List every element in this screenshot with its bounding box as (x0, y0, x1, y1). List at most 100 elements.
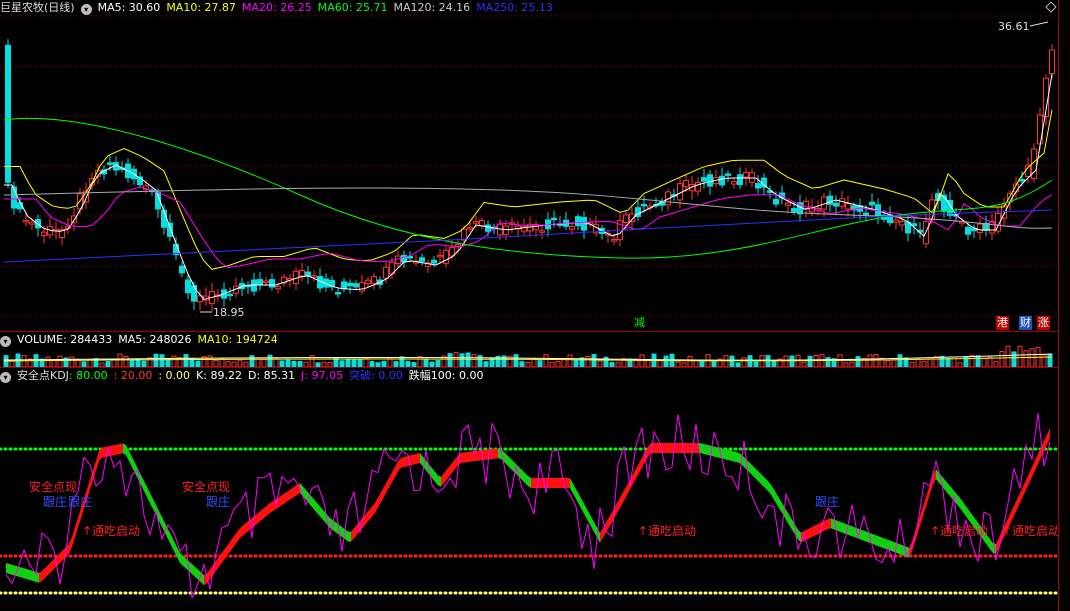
volume-bar (363, 357, 369, 367)
kdj-band (1017, 493, 1020, 510)
kdj-band (282, 493, 285, 505)
kdj-band (684, 443, 687, 453)
volume-bar (87, 359, 93, 367)
kdj-band (390, 470, 393, 486)
candle (725, 173, 731, 176)
kdj-band (366, 510, 369, 524)
candle (581, 216, 587, 231)
candle (551, 217, 557, 221)
volume-pane[interactable]: ▾ VOLUME: 284433 MA5: 248026 MA10: 194724 (0, 332, 1070, 367)
volume-bar (975, 355, 981, 367)
kdj-band (270, 501, 273, 513)
candle (251, 279, 257, 292)
volume-bar (453, 352, 459, 367)
candle (485, 224, 491, 232)
high-price-label: 36.61 (998, 20, 1030, 33)
kdj-annotation: 跟庄 (43, 495, 68, 509)
kdj-band (576, 489, 579, 505)
kdj-band (762, 475, 765, 488)
kdj-band (759, 472, 762, 485)
kdj-band (1029, 467, 1032, 484)
kdj-band (678, 443, 681, 453)
kdj-chart[interactable] (0, 368, 1058, 611)
kdj-band (78, 508, 81, 528)
candle (641, 203, 647, 207)
kdj-band (825, 519, 828, 531)
volume-bar (585, 356, 591, 367)
volume-bar (423, 358, 429, 367)
kdj-band (1011, 505, 1014, 523)
candle (845, 203, 851, 210)
volume-bar (1047, 353, 1053, 367)
kdj-band (30, 570, 33, 581)
volume-bar (129, 359, 135, 367)
candle (407, 255, 413, 259)
kdj-band (528, 476, 531, 488)
kdj-band (111, 445, 114, 456)
price-pane[interactable]: 巨星农牧(日线) ▾ MA5: 30.60 MA10: 27.87 MA20: 26.2… (0, 0, 1070, 331)
candle (899, 221, 905, 226)
volume-bar (21, 355, 27, 367)
candle (1037, 114, 1043, 145)
volume-bar (933, 355, 939, 367)
kdj-band (600, 527, 603, 543)
kdj-pane[interactable]: ▾ 安全点KDJ: 80.00: 20.00: 0.00 K: 89.22 D: 85… (0, 368, 1070, 611)
volume-chart[interactable] (0, 332, 1058, 367)
volume-bar (963, 356, 969, 367)
event-tag-rise[interactable]: 涨 (1037, 316, 1050, 330)
kdj-band (225, 544, 228, 559)
volume-bar (351, 359, 357, 367)
volume-bar (159, 354, 165, 367)
kdj-band (642, 452, 645, 468)
candle (359, 282, 365, 292)
volume-bar (867, 354, 873, 367)
volume-bar (357, 359, 363, 367)
kdj-band (192, 564, 195, 577)
kdj-band (159, 511, 162, 527)
price-chart[interactable] (0, 0, 1058, 331)
kdj-annotation: ↑通吃启动 (82, 524, 141, 538)
kdj-band (624, 485, 627, 501)
kdj-band (492, 448, 495, 459)
candle (383, 266, 389, 279)
volume-bar (1011, 351, 1017, 367)
candle (257, 279, 263, 285)
kdj-band (435, 471, 438, 486)
volume-bar (399, 356, 405, 367)
candle (479, 220, 485, 227)
candle (5, 44, 11, 183)
kdj-band (279, 495, 282, 507)
volume-bar (939, 355, 945, 367)
candle (803, 200, 809, 210)
kdj-band (348, 531, 351, 542)
volume-bar (1005, 345, 1011, 367)
kdj-band (648, 443, 651, 457)
volume-bar (765, 355, 771, 367)
kdj-band (828, 518, 831, 529)
kdj-band (171, 535, 174, 551)
candle (1019, 179, 1025, 182)
kdj-band (945, 480, 948, 494)
kdj-band (555, 478, 558, 488)
volume-bar (837, 354, 843, 367)
kdj-band (738, 452, 741, 464)
volume-bar (57, 355, 63, 367)
kdj-band (237, 528, 240, 543)
candle (869, 201, 875, 206)
kdj-band (255, 513, 258, 526)
kdj-band (1035, 454, 1038, 471)
kdj-band (552, 478, 555, 488)
volume-bar (813, 354, 819, 367)
kdj-band (729, 450, 732, 461)
event-tag-finance[interactable]: 财 (1019, 316, 1032, 330)
volume-bar (789, 355, 795, 367)
kdj-band (705, 444, 708, 455)
kdj-band (531, 478, 534, 488)
kdj-band (879, 536, 882, 548)
kdj-band (384, 481, 387, 497)
kdj-band (579, 494, 582, 510)
candle (719, 175, 725, 186)
kdj-band (786, 509, 789, 525)
event-tag-hk[interactable]: 港 (996, 316, 1009, 330)
event-tag-reduce[interactable]: 减 (633, 316, 646, 330)
